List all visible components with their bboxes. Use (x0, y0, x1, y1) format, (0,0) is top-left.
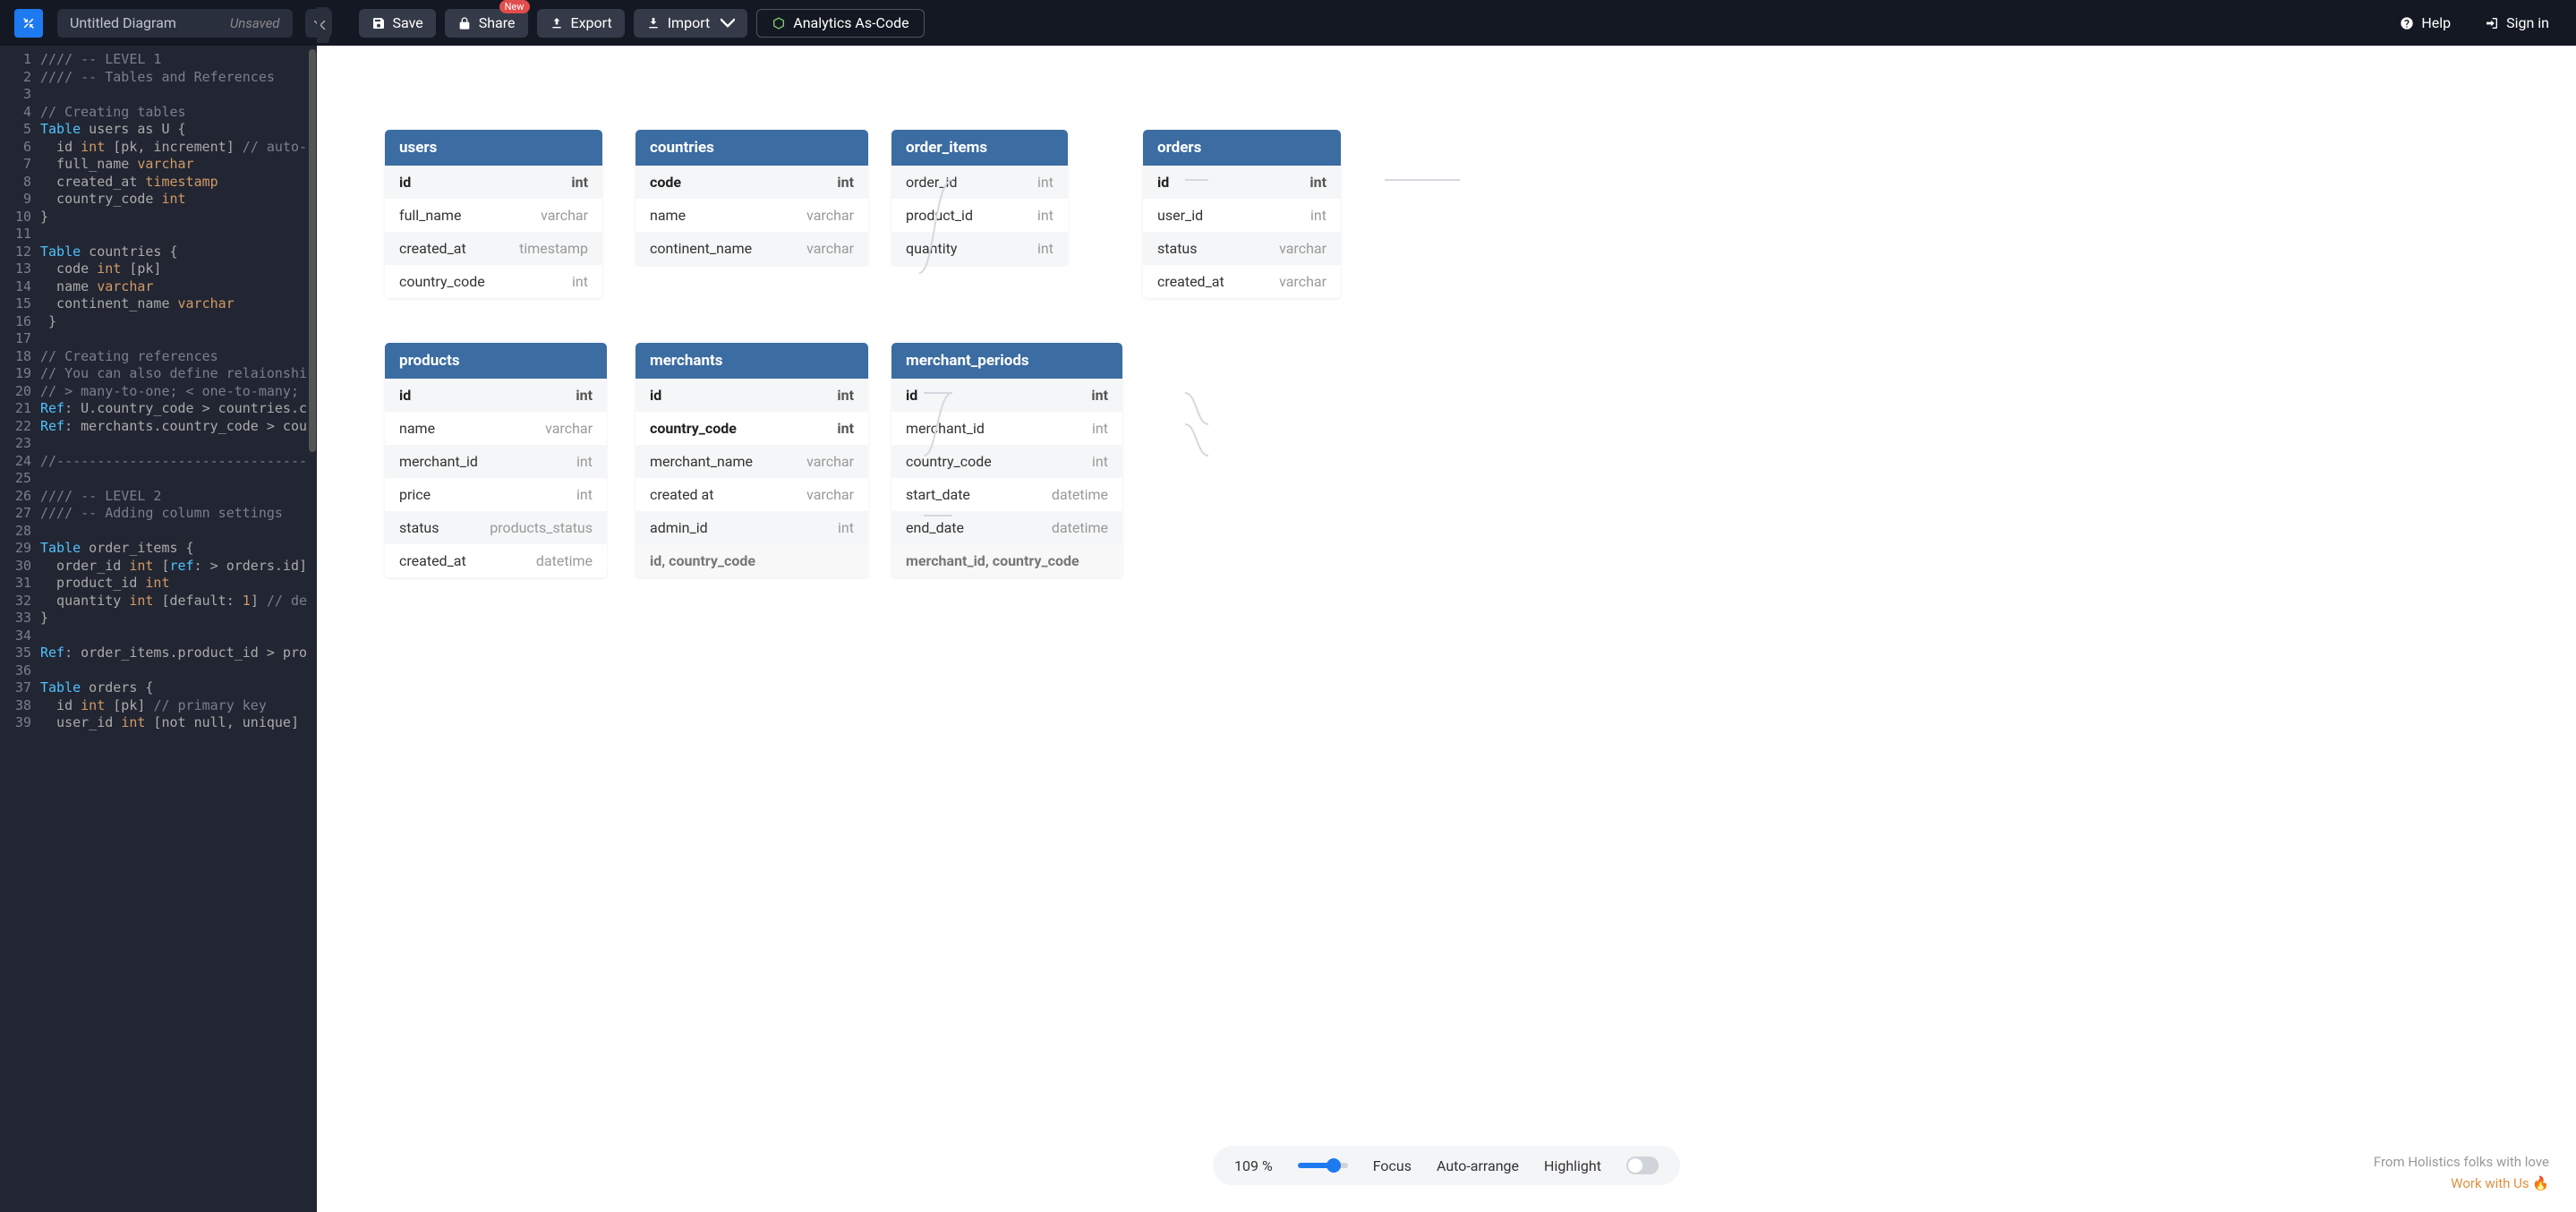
app-logo[interactable] (14, 9, 43, 38)
table-products[interactable]: productsidintnamevarcharmerchant_idintpr… (385, 343, 607, 577)
table-column[interactable]: codeint (635, 166, 868, 199)
line-gutter: 1234567891011121314151617181920212223242… (0, 46, 40, 1212)
credits: From Holistics folks with love Work with… (2374, 1151, 2549, 1194)
table-header[interactable]: merchant_periods (891, 343, 1122, 379)
table-orders[interactable]: ordersidintuser_idintstatusvarcharcreate… (1143, 130, 1341, 298)
table-column[interactable]: statusproducts_status (385, 511, 607, 544)
table-column[interactable]: created_atdatetime (385, 544, 607, 577)
table-header[interactable]: order_items (891, 130, 1068, 166)
collapse-editor-handle[interactable] (317, 7, 329, 43)
table-order_items[interactable]: order_itemsorder_idintproduct_idintquant… (891, 130, 1068, 265)
table-column[interactable]: country_codeint (385, 265, 602, 298)
save-button[interactable]: Save (359, 9, 436, 38)
table-column[interactable]: product_idint (891, 199, 1068, 232)
table-column[interactable]: user_idint (1143, 199, 1341, 232)
table-merchants[interactable]: merchantsidintcountry_codeintmerchant_na… (635, 343, 868, 577)
table-column[interactable]: country_codeint (891, 445, 1122, 478)
code-content[interactable]: //// -- LEVEL 1//// -- Tables and Refere… (40, 46, 308, 1212)
help-button[interactable]: Help (2387, 9, 2463, 38)
auto-arrange-button[interactable]: Auto-arrange (1437, 1157, 1519, 1174)
table-index: merchant_id, country_code (891, 544, 1122, 577)
table-column[interactable]: merchant_namevarchar (635, 445, 868, 478)
table-column[interactable]: statusvarchar (1143, 232, 1341, 265)
unsaved-label: Unsaved (230, 15, 280, 31)
canvas-controls: 109 % Focus Auto-arrange Highlight (1213, 1146, 1680, 1185)
signin-button[interactable]: Sign in (2472, 9, 2562, 38)
credits-line1: From Holistics folks with love (2374, 1151, 2549, 1173)
table-header[interactable]: merchants (635, 343, 868, 379)
export-button[interactable]: Export (537, 9, 625, 38)
highlight-toggle[interactable] (1626, 1157, 1659, 1174)
focus-button[interactable]: Focus (1373, 1157, 1412, 1174)
table-index: id, country_code (635, 544, 868, 577)
share-label: Share (479, 14, 516, 31)
table-column[interactable]: namevarchar (385, 412, 607, 445)
share-button[interactable]: New Share (445, 9, 528, 38)
editor-scrollbar[interactable] (308, 46, 317, 1212)
zoom-slider[interactable] (1298, 1163, 1348, 1168)
signin-label: Sign in (2506, 14, 2549, 31)
import-label: Import (668, 14, 711, 31)
analytics-button[interactable]: Analytics As-Code (756, 9, 924, 38)
table-column[interactable]: namevarchar (635, 199, 868, 232)
table-header[interactable]: products (385, 343, 607, 379)
table-users[interactable]: usersidintfull_namevarcharcreated_attime… (385, 130, 602, 298)
table-column[interactable]: idint (1143, 166, 1341, 199)
table-column[interactable]: priceint (385, 478, 607, 511)
table-header[interactable]: orders (1143, 130, 1341, 166)
table-column[interactable]: idint (385, 379, 607, 412)
highlight-label: Highlight (1544, 1157, 1601, 1174)
export-label: Export (571, 14, 612, 31)
zoom-value: 109 % (1234, 1157, 1273, 1174)
table-column[interactable]: idint (635, 379, 868, 412)
diagram-title: Untitled Diagram (70, 14, 176, 31)
topbar: Untitled Diagram Unsaved Save New Share … (0, 0, 2576, 46)
table-column[interactable]: end_datedatetime (891, 511, 1122, 544)
table-column[interactable]: created_attimestamp (385, 232, 602, 265)
table-column[interactable]: created_atvarchar (1143, 265, 1341, 298)
table-header[interactable]: users (385, 130, 602, 166)
analytics-label: Analytics As-Code (793, 14, 908, 31)
save-label: Save (393, 14, 423, 31)
table-header[interactable]: countries (635, 130, 868, 166)
table-countries[interactable]: countriescodeintnamevarcharcontinent_nam… (635, 130, 868, 265)
table-column[interactable]: quantityint (891, 232, 1068, 265)
diagram-canvas[interactable]: usersidintfull_namevarcharcreated_attime… (317, 46, 2576, 1212)
table-column[interactable]: created atvarchar (635, 478, 868, 511)
table-column[interactable]: start_datedatetime (891, 478, 1122, 511)
help-label: Help (2421, 14, 2451, 31)
table-column[interactable]: admin_idint (635, 511, 868, 544)
diagram-title-group[interactable]: Untitled Diagram Unsaved (57, 9, 293, 38)
new-badge: New (499, 0, 530, 13)
table-column[interactable]: full_namevarchar (385, 199, 602, 232)
table-merchant_periods[interactable]: merchant_periodsidintmerchant_idintcount… (891, 343, 1122, 577)
table-column[interactable]: idint (891, 379, 1122, 412)
table-column[interactable]: merchant_idint (385, 445, 607, 478)
credits-line2[interactable]: Work with Us 🔥 (2374, 1173, 2549, 1194)
table-column[interactable]: idint (385, 166, 602, 199)
table-column[interactable]: order_idint (891, 166, 1068, 199)
table-column[interactable]: country_codeint (635, 412, 868, 445)
table-column[interactable]: continent_namevarchar (635, 232, 868, 265)
table-column[interactable]: merchant_idint (891, 412, 1122, 445)
code-editor[interactable]: 1234567891011121314151617181920212223242… (0, 46, 317, 1212)
import-button[interactable]: Import (634, 9, 748, 38)
